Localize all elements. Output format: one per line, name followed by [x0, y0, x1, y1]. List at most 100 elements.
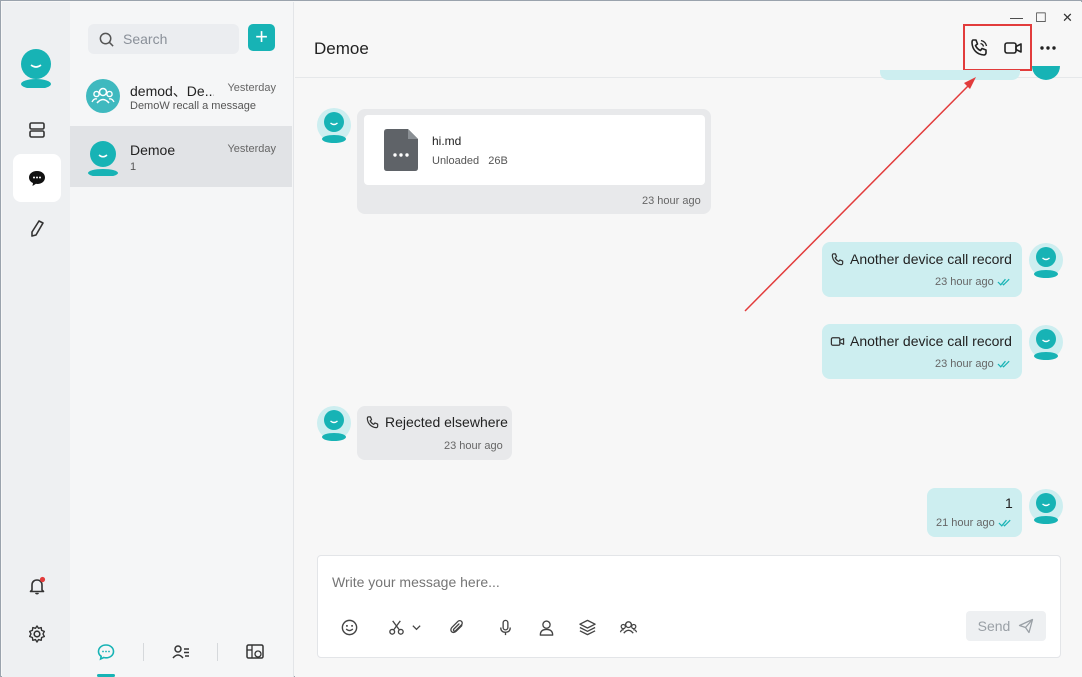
tab-chats[interactable]: [94, 640, 118, 664]
chat-panel: Demoe — ☐ ✕ hi.md Unloaded 26B 23 hour a…: [295, 2, 1082, 677]
user-avatar: [86, 140, 120, 181]
chat-title: Demoe: [314, 39, 369, 58]
group-icon: [619, 620, 637, 634]
gear-icon: [29, 625, 45, 643]
send-label: Send: [977, 618, 1011, 634]
avatar-icon: [317, 108, 351, 143]
contacts-icon: [172, 645, 189, 659]
conversation-list-panel: Search + demod、De... Yesterday DemoW rec…: [70, 2, 294, 677]
message-time-text: 21 hour ago: [936, 517, 995, 529]
read-check-icon: [997, 360, 1010, 368]
rail-discover-button[interactable]: [13, 204, 61, 252]
voice-message-button[interactable]: [494, 616, 516, 638]
annotation-highlight-box: [963, 24, 1032, 71]
chat-bubble-icon: [29, 171, 45, 186]
group-call-button[interactable]: [617, 616, 639, 638]
search-box[interactable]: Search: [88, 24, 239, 54]
app-window: Search + demod、De... Yesterday DemoW rec…: [0, 0, 1082, 677]
avatar-icon: [1029, 489, 1063, 524]
minimize-button[interactable]: —: [1010, 10, 1023, 25]
tab-contacts[interactable]: [169, 640, 193, 664]
message-time: 23 hour ago: [935, 358, 1012, 370]
tab-divider: [143, 643, 144, 661]
rail-workspace-button[interactable]: [13, 106, 61, 154]
chevron-down-icon: [411, 624, 421, 630]
phone-icon: [366, 415, 379, 428]
read-check-icon: [997, 278, 1010, 286]
call-record-text: Another device call record: [830, 251, 1012, 267]
conversation-item-group[interactable]: demod、De... Yesterday DemoW recall a mes…: [70, 65, 292, 126]
message-time: 23 hour ago: [642, 195, 701, 207]
avatar-icon: [88, 141, 118, 177]
group-avatar-icon: [86, 79, 120, 113]
my-avatar[interactable]: [20, 48, 52, 93]
message-input[interactable]: [332, 574, 932, 590]
conversation-name: Demoe: [130, 142, 176, 158]
chat-tab-icon: [97, 644, 115, 661]
conversation-item-demoe[interactable]: Demoe Yesterday 1: [70, 126, 292, 187]
avatar-icon: [1029, 243, 1063, 278]
nav-rail: [2, 2, 70, 677]
send-button[interactable]: Send: [966, 611, 1046, 641]
conversation-time: Yesterday: [227, 143, 276, 155]
paperclip-icon: [449, 619, 463, 633]
file-size: 26B: [488, 155, 508, 167]
bell-icon: [29, 576, 46, 595]
search-icon: [99, 32, 114, 47]
scissors-icon: [388, 619, 404, 635]
list-bottom-tabs: [70, 627, 292, 677]
layers-icon: [578, 619, 596, 635]
message-time-text: 23 hour ago: [935, 276, 994, 288]
conversation-preview: DemoW recall a message: [130, 100, 256, 112]
group-avatar: [86, 79, 120, 118]
screenshot-button[interactable]: [385, 616, 407, 638]
avatar-icon: [1029, 325, 1063, 360]
conversation-preview: 1: [130, 161, 137, 173]
file-status: Unloaded: [432, 155, 480, 167]
call-record-text: Rejected elsewhere: [365, 414, 508, 430]
rail-notifications-button[interactable]: [13, 562, 61, 610]
tab-workbench[interactable]: [243, 640, 267, 664]
more-options-button[interactable]: [1035, 35, 1061, 61]
message-bubble-partial: [880, 70, 1020, 80]
phone-icon: [831, 252, 844, 265]
add-button[interactable]: +: [248, 24, 275, 51]
workbench-icon: [246, 644, 264, 659]
close-button[interactable]: ✕: [1062, 10, 1073, 26]
screenshot-options-dropdown[interactable]: [409, 616, 423, 638]
rail-chat-button[interactable]: [13, 154, 61, 202]
rail-settings-button[interactable]: [13, 610, 61, 658]
business-card-button[interactable]: [535, 616, 557, 638]
chat-header: Demoe — ☐ ✕: [295, 2, 1082, 78]
message-time: 23 hour ago: [444, 440, 503, 452]
send-icon: [1019, 618, 1034, 634]
message-time: 23 hour ago: [935, 276, 1012, 288]
call-record-label: Rejected elsewhere: [385, 414, 508, 430]
file-meta: Unloaded 26B: [432, 155, 508, 167]
avatar-icon: [21, 49, 51, 89]
conversation-time: Yesterday: [227, 82, 276, 94]
server-icon: [29, 122, 45, 138]
avatar-icon: [1032, 66, 1060, 80]
emoji-icon: [341, 619, 357, 635]
call-record-label: Another device call record: [850, 333, 1012, 349]
message-text: 1: [1005, 495, 1013, 511]
search-placeholder[interactable]: Search: [123, 31, 167, 47]
file-card[interactable]: hi.md Unloaded 26B: [364, 115, 705, 185]
maximize-button[interactable]: ☐: [1035, 10, 1047, 26]
message-time: 21 hour ago: [936, 517, 1013, 529]
call-record-label: Another device call record: [850, 251, 1012, 267]
message-time-text: 23 hour ago: [935, 358, 994, 370]
call-record-text: Another device call record: [830, 333, 1012, 349]
emoji-button[interactable]: [338, 616, 360, 638]
pen-icon: [31, 220, 44, 237]
avatar-icon: [317, 406, 351, 441]
more-icon: [1040, 46, 1056, 50]
merge-forward-button[interactable]: [576, 616, 598, 638]
file-name: hi.md: [432, 134, 462, 148]
conversation-name: demod、De...: [130, 83, 214, 99]
microphone-icon: [499, 619, 511, 635]
file-icon: [384, 129, 418, 171]
attach-file-button[interactable]: [446, 616, 468, 638]
tab-divider: [217, 643, 218, 661]
